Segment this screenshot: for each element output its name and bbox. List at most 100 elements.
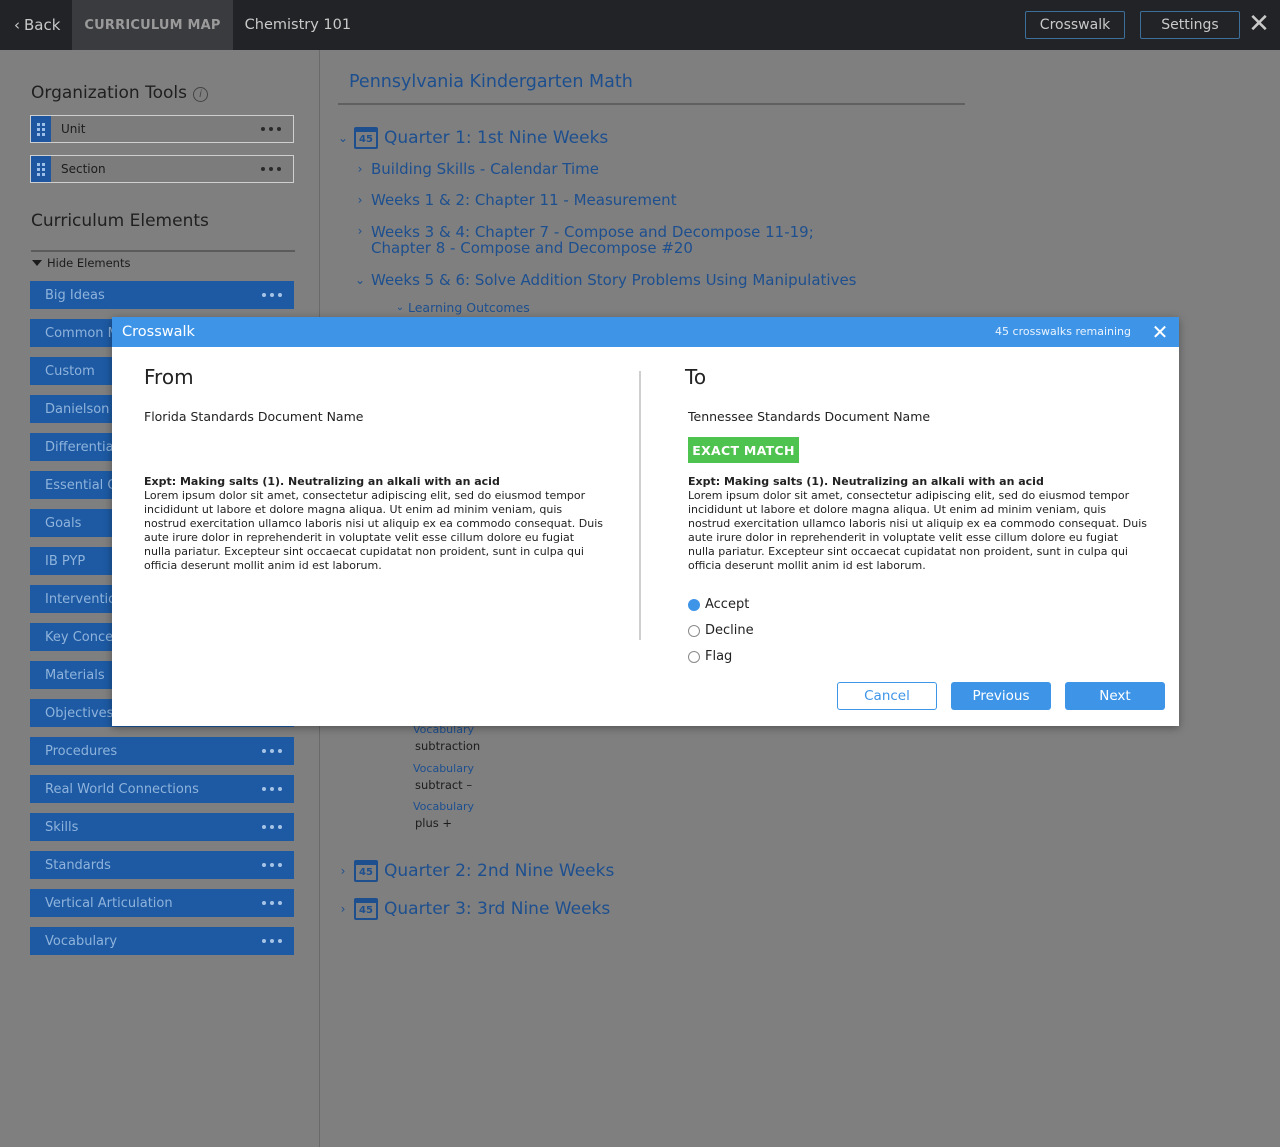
element-label: Procedures (45, 743, 118, 759)
radio-selected-icon[interactable] (688, 598, 700, 611)
settings-button[interactable]: Settings (1140, 11, 1240, 39)
element-label: Real World Connections (45, 781, 199, 797)
org-tool-label: Section (61, 162, 106, 176)
previous-button[interactable]: Previous (951, 682, 1051, 710)
curriculum-elements-title: Curriculum Elements (31, 211, 209, 231)
chevron-right-icon[interactable]: › (355, 224, 365, 238)
close-icon[interactable]: ✕ (1248, 11, 1270, 38)
hide-elements-label: Hide Elements (47, 256, 131, 270)
divider (31, 250, 295, 252)
learning-outcomes-row[interactable]: ⌄ Learning Outcomes (395, 300, 530, 315)
dialog-title: Crosswalk (122, 324, 195, 340)
more-options-icon[interactable] (262, 749, 282, 753)
more-options-icon[interactable] (261, 127, 281, 131)
unit-label: Weeks 3 & 4: Chapter 7 - Compose and Dec… (371, 224, 814, 256)
chevron-down-icon[interactable]: ⌄ (355, 273, 365, 287)
more-options-icon[interactable] (261, 167, 281, 171)
quarter-2-row[interactable]: › 45 Quarter 2: 2nd Nine Weeks (338, 860, 614, 882)
element-big-ideas[interactable]: Big Ideas (30, 281, 294, 309)
radio-unselected-icon[interactable] (688, 624, 700, 637)
unit-row[interactable]: › Building Skills - Calendar Time (355, 160, 599, 178)
vocabulary-label: Vocabulary (413, 800, 474, 813)
element-real-world-connections[interactable]: Real World Connections (30, 775, 294, 803)
unit-row[interactable]: › Weeks 3 & 4: Chapter 7 - Compose and D… (355, 224, 814, 256)
radio-unselected-icon[interactable] (688, 650, 700, 663)
curriculum-map-tab[interactable]: CURRICULUM MAP (72, 0, 233, 50)
back-label: Back (24, 16, 61, 34)
top-bar: ‹ Back CURRICULUM MAP Chemistry 101 Cros… (0, 0, 1280, 50)
standard-body: Lorem ipsum dolor sit amet, consectetur … (688, 489, 1148, 572)
hide-elements-toggle[interactable]: Hide Elements (32, 256, 130, 270)
learning-outcomes-label: Learning Outcomes (408, 300, 530, 315)
organization-tools-title: Organization Tools i (31, 83, 208, 103)
more-options-icon[interactable] (262, 863, 282, 867)
info-icon[interactable]: i (192, 87, 208, 102)
calendar-icon: 45 (354, 127, 378, 149)
chevron-right-icon[interactable]: › (338, 864, 348, 878)
vocabulary-label: Vocabulary (413, 762, 474, 775)
chevron-down-icon[interactable]: ⌄ (338, 131, 348, 145)
org-tool-unit[interactable]: Unit (30, 115, 294, 143)
element-procedures[interactable]: Procedures (30, 737, 294, 765)
crosswalks-remaining: 45 crosswalks remaining (995, 325, 1131, 338)
from-heading: From (144, 365, 194, 389)
radio-flag[interactable]: Flag (688, 649, 732, 664)
unit-row[interactable]: ⌄ Weeks 5 & 6: Solve Addition Story Prob… (355, 271, 857, 289)
quarter-label: Quarter 3: 3rd Nine Weeks (384, 899, 611, 919)
close-icon[interactable]: ✕ (1151, 321, 1169, 343)
radio-label: Decline (705, 623, 754, 638)
exact-match-badge: EXACT MATCH (688, 437, 799, 463)
column-divider (639, 371, 641, 640)
quarter-1-row[interactable]: ⌄ 45 Quarter 1: 1st Nine Weeks (338, 127, 608, 149)
element-standards[interactable]: Standards (30, 851, 294, 879)
element-vocabulary[interactable]: Vocabulary (30, 927, 294, 955)
vocabulary-value: subtraction (415, 739, 481, 753)
vocabulary-value: plus + (415, 816, 453, 830)
drag-handle-icon[interactable] (31, 156, 51, 182)
element-vertical-articulation[interactable]: Vertical Articulation (30, 889, 294, 917)
vocabulary-value: subtract – (415, 778, 473, 792)
triangle-down-icon (32, 260, 42, 266)
to-document-name: Tennessee Standards Document Name (688, 409, 931, 424)
unit-row[interactable]: › Weeks 1 & 2: Chapter 11 - Measurement (355, 191, 677, 209)
unit-label-line2: Chapter 8 - Compose and Decompose #20 (371, 239, 693, 257)
radio-accept[interactable]: Accept (688, 597, 749, 612)
drag-handle-icon[interactable] (31, 116, 51, 142)
cancel-button[interactable]: Cancel (837, 682, 937, 710)
chevron-right-icon[interactable]: › (355, 162, 365, 176)
more-options-icon[interactable] (262, 939, 282, 943)
element-label: Skills (45, 819, 79, 835)
chevron-left-icon: ‹ (14, 16, 20, 34)
more-options-icon[interactable] (262, 901, 282, 905)
crosswalk-dialog: Crosswalk 45 crosswalks remaining ✕ From… (112, 317, 1179, 726)
element-label: Vertical Articulation (45, 895, 173, 911)
dialog-header: Crosswalk 45 crosswalks remaining ✕ (112, 317, 1179, 347)
to-heading: To (685, 365, 707, 389)
unit-label: Weeks 1 & 2: Chapter 11 - Measurement (371, 191, 677, 209)
standard-title: Expt: Making salts (1). Neutralizing an … (144, 475, 500, 488)
calendar-icon: 45 (354, 860, 378, 882)
back-button[interactable]: ‹ Back (0, 0, 72, 50)
quarter-label: Quarter 2: 2nd Nine Weeks (384, 861, 615, 881)
to-standard-text: Expt: Making salts (1). Neutralizing an … (688, 475, 1148, 573)
chevron-right-icon[interactable]: › (355, 193, 365, 207)
more-options-icon[interactable] (262, 825, 282, 829)
next-button[interactable]: Next (1065, 682, 1165, 710)
course-name: Chemistry 101 (244, 17, 352, 33)
from-document-name: Florida Standards Document Name (144, 409, 364, 424)
more-options-icon[interactable] (262, 787, 282, 791)
element-skills[interactable]: Skills (30, 813, 294, 841)
element-label: Big Ideas (45, 287, 105, 303)
quarter-3-row[interactable]: › 45 Quarter 3: 3rd Nine Weeks (338, 898, 610, 920)
standard-body: Lorem ipsum dolor sit amet, consectetur … (144, 489, 604, 572)
divider (338, 103, 965, 105)
organization-tools-label: Organization Tools (31, 83, 187, 103)
more-options-icon[interactable] (262, 293, 282, 297)
org-tool-section[interactable]: Section (30, 155, 294, 183)
element-label: Vocabulary (45, 933, 118, 949)
radio-decline[interactable]: Decline (688, 623, 754, 638)
calendar-icon: 45 (354, 898, 378, 920)
chevron-right-icon[interactable]: › (338, 902, 348, 916)
crosswalk-button[interactable]: Crosswalk (1025, 11, 1125, 39)
chevron-down-icon[interactable]: ⌄ (395, 302, 405, 313)
